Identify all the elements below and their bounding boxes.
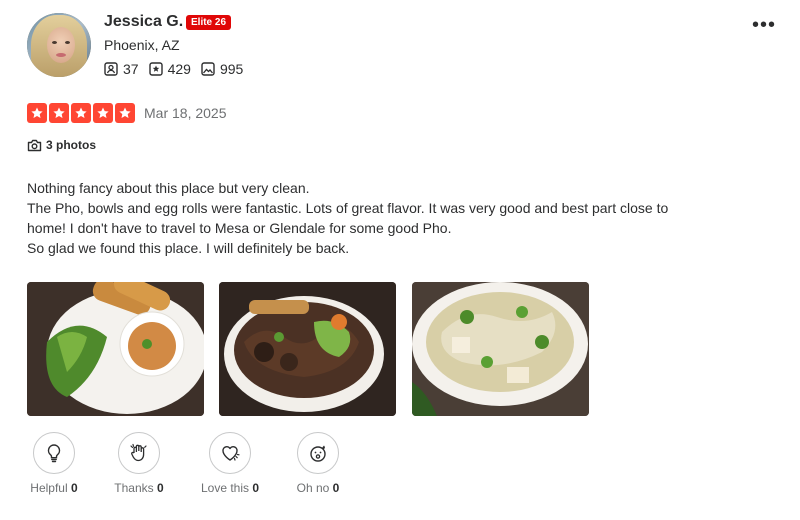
more-options-icon[interactable]: ••• bbox=[752, 15, 776, 35]
friends-stat: 37 bbox=[104, 61, 139, 77]
love-this-text: Love this bbox=[200, 481, 249, 495]
oh-no-icon-circle bbox=[297, 432, 339, 474]
friends-count: 37 bbox=[123, 61, 139, 77]
camera-icon bbox=[27, 139, 42, 151]
avatar-eye bbox=[65, 41, 70, 44]
photos-count: 995 bbox=[219, 61, 244, 77]
avatar-eye bbox=[52, 41, 57, 44]
reviews-count: 429 bbox=[167, 61, 191, 77]
avatar-lips bbox=[56, 53, 66, 57]
waving-hand-icon bbox=[130, 443, 147, 462]
love-this-count: 0 bbox=[252, 481, 260, 495]
review-text: Nothing fancy about this place but very … bbox=[27, 178, 707, 258]
helpful-icon-circle bbox=[33, 432, 75, 474]
oh-no-text: Oh no bbox=[296, 481, 330, 495]
review-date: Mar 18, 2025 bbox=[144, 105, 227, 121]
review-line: Nothing fancy about this place but very … bbox=[27, 180, 310, 196]
rating-star-icon bbox=[93, 103, 113, 123]
photos-link-label: 3 photos bbox=[46, 138, 96, 152]
helpful-text: Helpful bbox=[30, 481, 68, 495]
review-photo-pho[interactable] bbox=[412, 282, 589, 416]
thanks-button[interactable]: Thanks 0 bbox=[110, 432, 168, 495]
thanks-icon-circle bbox=[118, 432, 160, 474]
review-line: So glad we found this place. I will defi… bbox=[27, 240, 350, 256]
thanks-text: Thanks bbox=[114, 481, 154, 495]
oh-no-label: Oh no 0 bbox=[288, 481, 348, 495]
review-line: The Pho, bowls and egg rolls were fantas… bbox=[27, 200, 669, 236]
rating-star-icon bbox=[49, 103, 69, 123]
review-photo-egg-rolls[interactable] bbox=[27, 282, 204, 416]
oh-no-count: 0 bbox=[332, 481, 340, 495]
user-stats: 37 429 995 bbox=[104, 61, 253, 77]
love-this-button[interactable]: Love this 0 bbox=[196, 432, 264, 495]
rating-star-icon bbox=[115, 103, 135, 123]
user-name[interactable]: Jessica G. bbox=[104, 13, 183, 31]
avatar-face bbox=[47, 27, 75, 63]
reviews-stat: 429 bbox=[148, 61, 191, 77]
review-photo-noodle-bowl[interactable] bbox=[219, 282, 396, 416]
helpful-count: 0 bbox=[71, 481, 78, 495]
heart-icon bbox=[222, 446, 240, 461]
star-rating bbox=[27, 103, 137, 123]
friends-icon bbox=[104, 62, 118, 76]
star-icon bbox=[148, 62, 163, 76]
rating-star-icon bbox=[27, 103, 47, 123]
thanks-count: 0 bbox=[157, 481, 164, 495]
surprised-face-icon bbox=[310, 445, 326, 462]
user-location: Phoenix, AZ bbox=[104, 37, 180, 53]
elite-badge[interactable]: Elite 26 bbox=[186, 15, 232, 30]
helpful-button[interactable]: Helpful 0 bbox=[26, 432, 82, 495]
photos-stat: 995 bbox=[201, 61, 243, 77]
love-this-icon-circle bbox=[209, 432, 251, 474]
love-this-label: Love this 0 bbox=[196, 481, 264, 495]
oh-no-button[interactable]: Oh no 0 bbox=[288, 432, 348, 495]
thanks-label: Thanks 0 bbox=[110, 481, 168, 495]
image-icon bbox=[201, 62, 215, 76]
lightbulb-icon bbox=[47, 444, 61, 463]
helpful-label: Helpful 0 bbox=[26, 481, 82, 495]
rating-star-icon bbox=[71, 103, 91, 123]
photos-link[interactable]: 3 photos bbox=[27, 138, 96, 152]
avatar[interactable] bbox=[27, 13, 91, 77]
